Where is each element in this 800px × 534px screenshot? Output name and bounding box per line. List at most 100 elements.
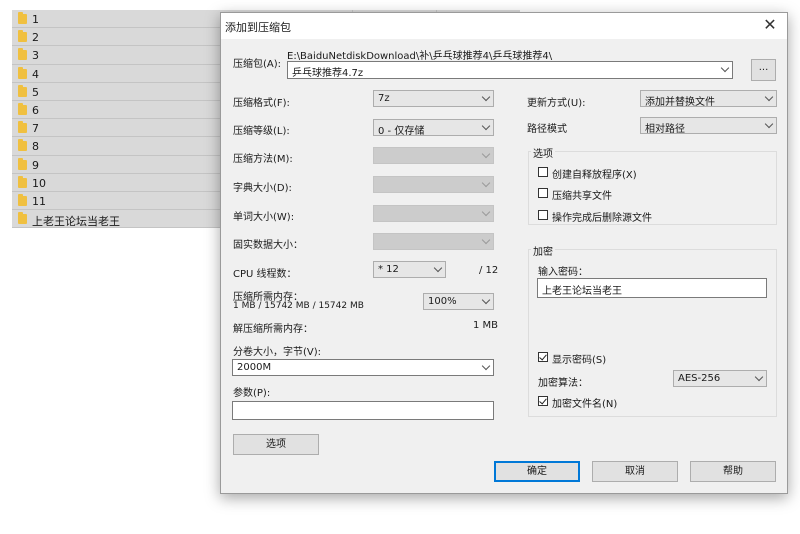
file-name: 3 [32, 49, 39, 63]
memory-detail: 1 MB / 15742 MB / 15742 MB [233, 301, 364, 311]
chevron-down-icon [481, 92, 491, 102]
chevron-down-icon [764, 92, 774, 102]
browse-button[interactable]: ... [751, 59, 776, 81]
decompress-memory-value: 1 MB [473, 320, 499, 331]
options-group-title: 选项 [531, 145, 555, 160]
update-mode-select[interactable]: 添加并替换文件 [640, 90, 777, 108]
volume-combo[interactable]: 2000M [232, 359, 494, 376]
chevron-down-icon [754, 372, 764, 382]
file-name: 7 [32, 122, 39, 136]
title-bar: 添加到压缩包 ✕ [221, 13, 787, 39]
cpu-label: CPU 线程数： [233, 269, 297, 280]
file-name: 9 [32, 158, 39, 172]
folder-icon [18, 121, 27, 134]
cpu-value: * 12 [378, 264, 399, 275]
archive-name-value: 乒乓球推荐4.7z [292, 68, 364, 79]
folder-icon [18, 139, 27, 152]
file-name: 2 [32, 31, 39, 45]
archive-label: 压缩包(A): [233, 59, 282, 70]
folder-icon [18, 12, 27, 24]
level-select[interactable]: 0 - 仅存储 [373, 119, 494, 137]
dict-select [373, 176, 494, 193]
chevron-down-icon [481, 361, 491, 371]
close-icon: ✕ [763, 15, 777, 34]
chevron-down-icon [481, 149, 491, 159]
path-mode-value: 相对路径 [645, 124, 685, 135]
folder-icon [18, 102, 27, 115]
archive-name-combo[interactable]: 乒乓球推荐4.7z [287, 61, 733, 79]
memory-percent-select[interactable]: 100% [423, 293, 494, 310]
chevron-down-icon [764, 119, 774, 129]
folder-icon [18, 193, 27, 206]
cpu-total: / 12 [479, 265, 499, 276]
folder-icon [18, 30, 27, 43]
folder-icon [18, 157, 27, 170]
folder-icon [18, 84, 27, 97]
file-name: 10 [32, 176, 46, 190]
help-button[interactable]: 帮助 [690, 461, 776, 482]
password-label: 输入密码： [538, 267, 588, 278]
chevron-down-icon [481, 295, 491, 305]
password-input[interactable]: 上老王论坛当老王 [537, 278, 767, 298]
encrypt-names-checkbox[interactable] [538, 396, 548, 406]
memory-percent-value: 100% [428, 296, 457, 307]
encryption-method-label: 加密算法： [538, 378, 588, 389]
file-name: 6 [32, 103, 39, 117]
shared-files-label: 压缩共享文件 [552, 191, 612, 202]
dict-label: 字典大小(D): [233, 183, 292, 194]
encryption-group-title: 加密 [531, 243, 555, 258]
update-mode-value: 添加并替换文件 [645, 97, 715, 108]
solid-select [373, 233, 494, 250]
show-password-label: 显示密码(S) [552, 355, 607, 366]
delete-source-checkbox[interactable] [538, 210, 548, 220]
file-name: 4 [32, 67, 39, 81]
folder-icon [18, 48, 27, 61]
dialog-title: 添加到压缩包 [225, 21, 291, 34]
chevron-down-icon [481, 121, 491, 131]
path-mode-label: 路径模式 [527, 124, 567, 135]
params-input[interactable] [232, 401, 494, 420]
folder-icon [18, 66, 27, 79]
add-to-archive-dialog: 添加到压缩包 ✕ 压缩包(A): E:\BaiduNetdiskDownload… [220, 12, 788, 494]
method-select [373, 147, 494, 164]
params-label: 参数(P): [233, 388, 271, 399]
file-name: 1 [32, 13, 39, 26]
shared-files-checkbox[interactable] [538, 188, 548, 198]
decompress-memory-label: 解压缩所需内存： [233, 324, 313, 335]
volume-value: 2000M [237, 362, 272, 373]
sfx-label: 创建自释放程序(X) [552, 170, 637, 181]
cpu-select[interactable]: * 12 [373, 261, 446, 278]
file-name: 11 [32, 194, 46, 208]
format-select[interactable]: 7z [373, 90, 494, 107]
folder-icon [18, 212, 27, 225]
archive-path: E:\BaiduNetdiskDownload\补\乒乓球推荐4\乒乓球推荐4\ [287, 51, 553, 62]
file-name: 5 [32, 85, 39, 99]
chevron-down-icon [481, 207, 491, 217]
word-select [373, 205, 494, 222]
ok-button[interactable]: 确定 [494, 461, 580, 482]
folder-icon [18, 175, 27, 188]
update-mode-label: 更新方式(U): [527, 98, 586, 109]
show-password-checkbox[interactable] [538, 352, 548, 362]
delete-source-label: 操作完成后删除源文件 [552, 213, 652, 224]
format-label: 压缩格式(F): [233, 98, 290, 109]
solid-label: 固实数据大小： [233, 240, 303, 251]
options-button[interactable]: 选项 [233, 434, 319, 455]
encryption-method-select[interactable]: AES-256 [673, 370, 767, 387]
word-label: 单词大小(W): [233, 212, 295, 223]
close-button[interactable]: ✕ [759, 15, 781, 35]
chevron-down-icon [481, 178, 491, 188]
level-value: 0 - 仅存储 [378, 126, 425, 137]
format-value: 7z [378, 93, 390, 104]
path-mode-select[interactable]: 相对路径 [640, 117, 777, 135]
sfx-checkbox[interactable] [538, 167, 548, 177]
encryption-method-value: AES-256 [678, 373, 721, 384]
chevron-down-icon [433, 263, 443, 273]
chevron-down-icon [481, 235, 491, 245]
file-name: 8 [32, 140, 39, 154]
level-label: 压缩等级(L): [233, 126, 290, 137]
chevron-down-icon [720, 63, 730, 73]
file-name: 上老王论坛当老王 [32, 215, 120, 229]
method-label: 压缩方法(M): [233, 154, 293, 165]
cancel-button[interactable]: 取消 [592, 461, 678, 482]
